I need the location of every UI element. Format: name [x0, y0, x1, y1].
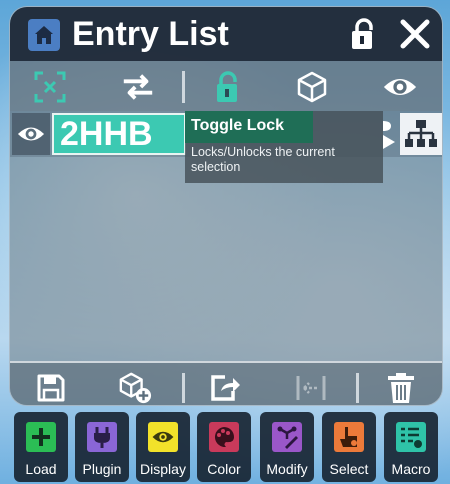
add-cube-icon	[119, 372, 152, 404]
molecule-edit-icon	[272, 422, 302, 452]
hierarchy-icon	[405, 120, 437, 147]
color-button[interactable]: Color	[197, 412, 251, 482]
add-object-button[interactable]	[118, 371, 152, 405]
trash-icon	[388, 373, 414, 403]
cube-icon	[297, 71, 327, 103]
tooltip-description: Locks/Unlocks the current selection	[191, 145, 335, 174]
save-icon	[37, 374, 65, 402]
play-icon	[383, 121, 395, 149]
modify-button[interactable]: Modify	[260, 412, 314, 482]
bottom-toolbar-divider	[356, 373, 359, 403]
toggle-lock-button[interactable]	[210, 69, 246, 105]
macro-label: Macro	[391, 461, 431, 477]
plugin-label: Plugin	[82, 461, 122, 477]
plus-icon	[26, 422, 56, 452]
entry-name[interactable]: 2HHB	[52, 113, 186, 155]
main-dock: Load Plugin Display Color Modify Select	[0, 408, 450, 484]
plug-icon	[87, 422, 117, 452]
unlock-icon	[352, 18, 373, 49]
tooltip: Toggle Lock Locks/Unlocks the current se…	[185, 111, 383, 183]
entry-toolbar	[10, 61, 442, 111]
macro-button[interactable]: Macro	[384, 412, 438, 482]
entry-play-button[interactable]	[382, 113, 398, 155]
entry-list-panel: Entry List 2HHB Toggle Lock Locks/Unlock…	[9, 6, 443, 406]
plugin-button[interactable]: Plugin	[75, 412, 129, 482]
title-bar: Entry List	[10, 7, 442, 61]
bottom-toolbar-divider	[182, 373, 185, 403]
unlock-icon	[217, 71, 237, 102]
select-label: Select	[329, 461, 369, 477]
export-icon	[211, 375, 240, 401]
close-button[interactable]	[398, 17, 432, 51]
deselect-icon	[34, 71, 66, 103]
select-button[interactable]: Select	[322, 412, 376, 482]
entry-hierarchy-button[interactable]	[400, 113, 442, 155]
delete-button[interactable]	[384, 371, 418, 405]
visibility-button[interactable]	[382, 69, 418, 105]
tooltip-title: Toggle Lock	[191, 117, 285, 134]
export-button[interactable]	[208, 371, 242, 405]
eye-icon	[148, 422, 178, 452]
close-icon	[400, 19, 430, 49]
toolbar-divider	[182, 71, 185, 103]
eye-icon	[383, 78, 417, 96]
display-button[interactable]: Display	[136, 412, 190, 482]
window-lock-button[interactable]	[348, 17, 380, 51]
load-label: Load	[25, 461, 57, 477]
save-button[interactable]	[34, 371, 68, 405]
load-button[interactable]: Load	[14, 412, 68, 482]
hand-pointer-icon	[334, 422, 364, 452]
window-title: Entry List	[72, 15, 229, 53]
deselect-button[interactable]	[32, 69, 68, 105]
collapse-icon	[296, 376, 326, 400]
macro-list-icon	[396, 422, 426, 452]
bottom-toolbar	[10, 361, 442, 405]
swap-button[interactable]	[120, 69, 156, 105]
collapse-button[interactable]	[294, 371, 328, 405]
swap-arrows-icon	[123, 74, 153, 100]
palette-icon	[209, 422, 239, 452]
display-label: Display	[140, 461, 186, 477]
home-button[interactable]	[28, 19, 60, 51]
modify-label: Modify	[266, 461, 308, 477]
color-label: Color	[207, 461, 241, 477]
entry-visibility-toggle[interactable]	[12, 113, 50, 155]
bounding-box-button[interactable]	[294, 69, 330, 105]
home-icon	[35, 26, 53, 44]
eye-icon	[17, 127, 45, 141]
